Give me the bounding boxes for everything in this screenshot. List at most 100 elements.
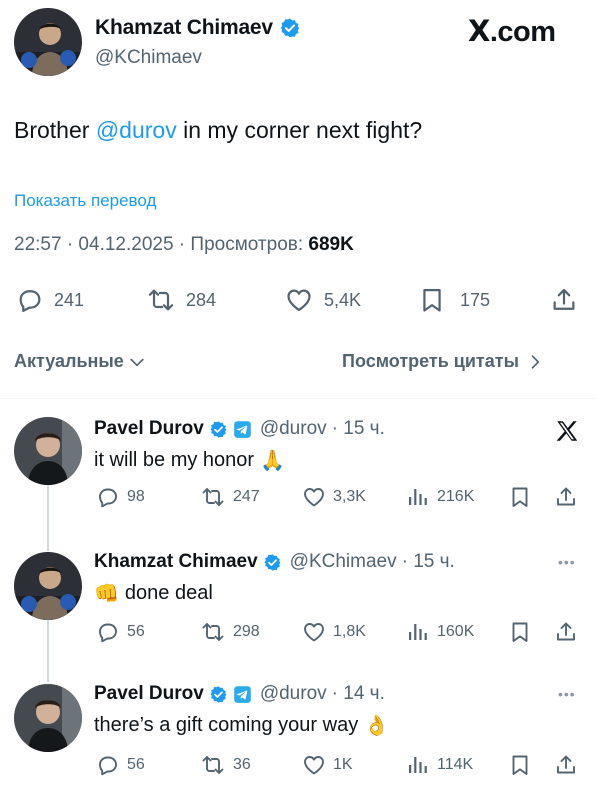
reply-header: Pavel Durov @durov · 15 ч. — [94, 418, 385, 440]
tweet-meta: 22:57 · 04.12.2025 · Просмотров: 689K — [14, 234, 354, 256]
reply-avatar[interactable] — [14, 417, 82, 485]
sort-dropdown[interactable]: Актуальные — [14, 351, 147, 372]
verified-badge-icon — [209, 420, 228, 439]
reply-like-button[interactable]: 3,3K — [302, 485, 366, 509]
views-icon — [406, 753, 430, 777]
reply-count: 241 — [54, 289, 85, 310]
share-icon — [550, 286, 578, 314]
sort-label: Актуальные — [14, 351, 124, 371]
tweet-timestamp[interactable]: 22:57 · 04.12.2025 · — [14, 234, 190, 255]
repost-icon — [146, 286, 176, 314]
reply-share-button[interactable] — [554, 753, 578, 777]
author-avatar-image — [14, 8, 82, 76]
reply-reply-button[interactable]: 56 — [96, 620, 145, 644]
tweet-text: Brother @durov in my corner next fight? — [14, 117, 422, 144]
reply-repost-button[interactable]: 36 — [200, 753, 251, 777]
reply-reply-button[interactable]: 56 — [96, 753, 145, 777]
reply-bookmark-button[interactable] — [508, 620, 532, 644]
reply-header: Pavel Durov @durov · 14 ч. — [94, 683, 385, 705]
fist-bump-emoji-icon: 👊 — [94, 583, 119, 605]
more-options-icon[interactable]: ••• — [558, 686, 576, 702]
author-handle[interactable]: @KChimaev — [95, 47, 202, 69]
repost-icon — [200, 620, 226, 644]
views-icon — [406, 620, 430, 644]
reply-share-button[interactable] — [554, 620, 578, 644]
reply-share-button[interactable] — [554, 485, 578, 509]
author-name[interactable]: Khamzat Chimaev — [95, 16, 273, 40]
reply-icon — [16, 286, 44, 314]
reply-button[interactable]: 241 — [16, 286, 84, 314]
share-button[interactable] — [550, 286, 578, 314]
avatar-image — [14, 552, 82, 620]
like-icon — [284, 286, 314, 314]
reply-author-handle[interactable]: @durov — [260, 418, 327, 440]
reply-author-handle[interactable]: @KChimaev — [290, 551, 397, 573]
reply-avatar[interactable] — [14, 552, 82, 620]
telegram-affiliate-icon — [233, 685, 252, 704]
repost-icon — [200, 485, 226, 509]
mention-link[interactable]: @durov — [96, 117, 177, 143]
reply-icon — [96, 753, 120, 777]
reply-avatar[interactable] — [14, 684, 82, 752]
reply-text: 👊 done deal — [94, 581, 213, 606]
bookmark-icon — [508, 485, 532, 509]
main-action-bar: 241 284 5,4K 175 — [0, 284, 596, 316]
reply-time[interactable]: · 15 ч. — [402, 551, 455, 573]
reply-like-button[interactable]: 1,8K — [302, 620, 366, 644]
reply-reply-button[interactable]: 98 — [96, 485, 145, 509]
like-icon — [302, 620, 326, 644]
repost-count: 284 — [186, 289, 217, 310]
reply-author-handle[interactable]: @durov — [260, 683, 327, 705]
reply-author-name[interactable]: Khamzat Chimaev — [94, 551, 258, 573]
views-count: 689K — [308, 234, 354, 255]
reply-count: 56 — [127, 623, 145, 640]
author-avatar[interactable] — [14, 8, 82, 76]
like-count: 3,3K — [333, 488, 366, 505]
x-com-logo: X.com — [468, 14, 556, 49]
more-options-icon[interactable]: ••• — [558, 554, 576, 570]
reply-count: 98 — [127, 488, 145, 505]
reply-views-button[interactable]: 216K — [406, 485, 474, 509]
chevron-down-icon — [127, 352, 147, 372]
reply-like-button[interactable]: 1K — [302, 753, 353, 777]
like-icon — [302, 485, 326, 509]
repost-count: 36 — [233, 756, 251, 773]
chevron-right-icon — [525, 352, 545, 372]
reply-text: there’s a gift coming your way 👌 — [94, 713, 389, 738]
tweet-text-after: in my corner next fight? — [176, 117, 423, 143]
reply-author-name[interactable]: Pavel Durov — [94, 683, 204, 705]
verified-badge-icon — [209, 685, 228, 704]
reply-text-body: it will be my honor — [94, 449, 255, 471]
verified-badge-icon — [263, 553, 282, 572]
views-count: 216K — [437, 488, 475, 505]
like-count: 5,4K — [324, 289, 362, 310]
share-icon — [554, 753, 578, 777]
logo-suffix: .com — [489, 16, 556, 48]
reply-views-button[interactable]: 160K — [406, 620, 474, 644]
reply-count: 56 — [127, 756, 145, 773]
reply-bookmark-button[interactable] — [508, 485, 532, 509]
reply-time[interactable]: · 15 ч. — [332, 418, 385, 440]
reply-time[interactable]: · 14 ч. — [332, 683, 385, 705]
reply-author-name[interactable]: Pavel Durov — [94, 418, 204, 440]
thread-line — [47, 485, 49, 551]
like-button[interactable]: 5,4K — [284, 286, 361, 314]
author-name-row[interactable]: Khamzat Chimaev — [95, 16, 301, 40]
views-icon — [406, 485, 430, 509]
telegram-affiliate-icon — [233, 420, 252, 439]
bookmark-button[interactable]: 175 — [418, 286, 490, 314]
repost-icon — [200, 753, 226, 777]
reply-text: it will be my honor 🙏 — [94, 448, 285, 473]
reply-repost-button[interactable]: 247 — [200, 485, 260, 509]
view-quotes-link[interactable]: Посмотреть цитаты — [342, 351, 545, 372]
bookmark-icon — [418, 286, 446, 314]
share-icon — [554, 485, 578, 509]
repost-button[interactable]: 284 — [146, 286, 216, 314]
reply-repost-button[interactable]: 298 — [200, 620, 260, 644]
reply-views-button[interactable]: 114K — [406, 753, 473, 777]
bookmark-icon — [508, 753, 532, 777]
avatar-image — [14, 417, 82, 485]
views-count: 160K — [437, 623, 475, 640]
reply-bookmark-button[interactable] — [508, 753, 532, 777]
translate-link[interactable]: Показать перевод — [14, 191, 156, 211]
